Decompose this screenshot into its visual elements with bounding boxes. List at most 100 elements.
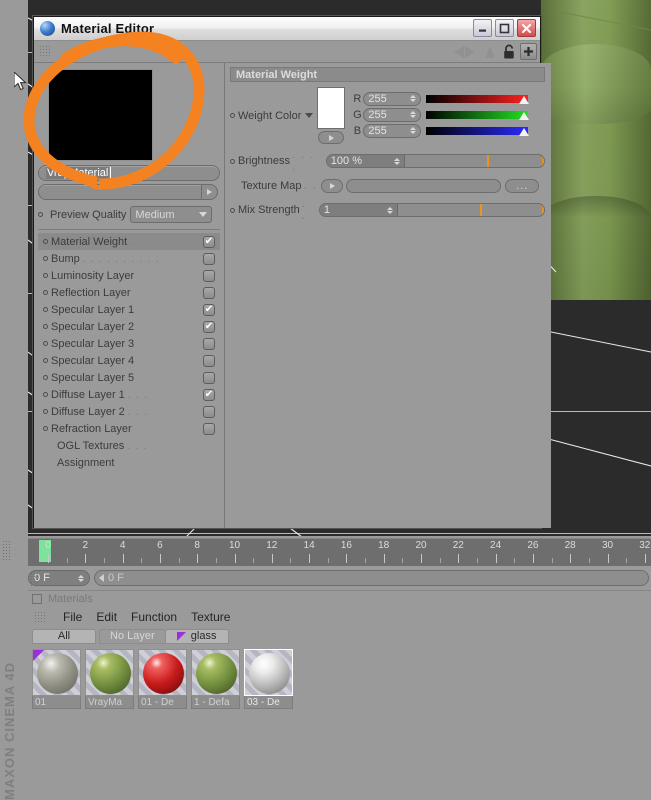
toolbar-grip-icon[interactable] <box>39 45 52 58</box>
rgb-gradient-slider-b[interactable] <box>426 126 530 136</box>
mix-strength-slider[interactable]: 1 <box>318 203 546 217</box>
rgb-gradient-slider-g[interactable] <box>426 110 530 120</box>
channel-row-material-weight[interactable]: Material Weight.. <box>38 233 220 250</box>
material-thumbnail[interactable] <box>32 649 81 696</box>
ruler-tick-label: 0 <box>45 540 51 551</box>
rgb-input-g[interactable]: 255 <box>363 107 422 122</box>
brightness-slider[interactable]: 100 % <box>325 154 546 168</box>
ruler-tick-minor <box>476 558 478 563</box>
material-editor-window[interactable]: Material Editor VrayMaterial Preview Qua… <box>33 16 552 528</box>
divider <box>38 229 220 230</box>
range-left-arrow-icon[interactable] <box>99 574 104 582</box>
channel-row-refraction-layer[interactable]: Refraction Layer <box>38 420 220 437</box>
menu-edit[interactable]: Edit <box>96 610 117 624</box>
preview-quality-select[interactable]: Medium <box>130 206 213 223</box>
add-button[interactable] <box>520 43 537 60</box>
timeline-bar[interactable]: 0 2 4 6 8 10 12 14 16 18 20 22 24 26 28 30 32 0 F 0 F <box>0 536 651 592</box>
channel-row-specular-layer-4[interactable]: Specular Layer 4 <box>38 352 220 369</box>
menu-function[interactable]: Function <box>131 610 177 624</box>
mix-strength-input[interactable]: 1 <box>319 204 398 216</box>
materials-menubar[interactable]: File Edit Function Texture <box>28 607 651 627</box>
material-thumbnail[interactable] <box>191 649 240 696</box>
menu-file[interactable]: File <box>63 610 82 624</box>
material-path-input[interactable] <box>38 184 202 200</box>
channel-checkbox[interactable] <box>203 371 215 384</box>
ruler-tick-major <box>346 554 348 563</box>
channel-row-specular-layer-5[interactable]: Specular Layer 5 <box>38 369 220 386</box>
channel-dots: . . . . . . . . . . <box>82 252 160 265</box>
panel-toggle-icon[interactable] <box>32 594 42 604</box>
panel-grip-icon[interactable] <box>30 572 40 586</box>
minimize-button[interactable] <box>473 19 492 37</box>
channel-row-specular-layer-3[interactable]: Specular Layer 3 <box>38 335 220 352</box>
path-dropdown-arrow-icon[interactable] <box>202 184 218 200</box>
channel-row-specular-layer-2[interactable]: Specular Layer 2 <box>38 318 220 335</box>
material-name-input[interactable]: VrayMaterial <box>38 165 220 181</box>
texture-map-arrow-button[interactable] <box>321 179 344 193</box>
channel-checkbox[interactable] <box>203 388 215 401</box>
timeline-grip-icon[interactable] <box>2 540 12 562</box>
editor-toolbar[interactable] <box>34 41 540 63</box>
material-thumbnail[interactable] <box>138 649 187 696</box>
channel-checkbox[interactable] <box>203 303 215 316</box>
close-button[interactable] <box>517 19 536 37</box>
channel-checkbox[interactable] <box>203 337 215 350</box>
material-thumbnail[interactable] <box>244 649 293 696</box>
channel-row-specular-layer-1[interactable]: Specular Layer 1 <box>38 301 220 318</box>
spinner-icon[interactable] <box>410 127 417 134</box>
channel-checkbox[interactable] <box>203 405 215 418</box>
layer-tab-no-layer[interactable]: No Layer <box>99 628 166 644</box>
rgb-gradient-slider-r[interactable] <box>426 94 530 104</box>
color-mode-toggle[interactable] <box>318 131 345 144</box>
channel-checkbox[interactable] <box>203 252 215 265</box>
channel-row-bump[interactable]: Bump. . . . . . . . . . <box>38 250 220 267</box>
maximize-button[interactable] <box>495 19 514 37</box>
spinner-icon[interactable] <box>393 157 400 165</box>
channel-checkbox[interactable] <box>203 354 215 367</box>
material-cell[interactable]: 1 - Defa <box>191 649 240 709</box>
menubar-grip-icon[interactable] <box>34 610 47 624</box>
rgb-input-b[interactable]: 255 <box>363 123 422 138</box>
channel-checkbox[interactable] <box>203 235 215 248</box>
preview-swatch[interactable] <box>48 69 153 161</box>
rgb-input-r[interactable]: 255 <box>363 91 422 106</box>
channel-row-assignment[interactable]: Assignment <box>38 454 220 471</box>
channel-row-diffuse-layer-1[interactable]: Diffuse Layer 1. . . <box>38 386 220 403</box>
channel-row-ogl-textures[interactable]: OGL Textures. . . <box>38 437 220 454</box>
spinner-icon[interactable] <box>410 95 417 102</box>
material-cell[interactable]: 01 <box>32 649 81 709</box>
channel-checkbox[interactable] <box>203 269 215 282</box>
brightness-input[interactable]: 100 % <box>326 155 405 167</box>
lock-icon[interactable] <box>502 44 516 60</box>
spinner-icon[interactable] <box>386 206 393 214</box>
preview-quality-row[interactable]: Preview Quality Medium <box>38 206 220 223</box>
weight-color-swatch[interactable] <box>317 87 346 129</box>
timeline-range-bar[interactable]: 0 F <box>94 570 649 586</box>
material-preview[interactable] <box>38 67 218 163</box>
channel-checkbox[interactable] <box>203 320 215 333</box>
channel-checkbox[interactable] <box>203 286 215 299</box>
texture-map-browse-button[interactable]: ... <box>505 179 540 193</box>
layer-tab-all[interactable]: All <box>32 628 96 644</box>
channel-row-diffuse-layer-2[interactable]: Diffuse Layer 2. . . <box>38 403 220 420</box>
spinner-icon[interactable] <box>78 574 84 582</box>
layer-tab-glass[interactable]: glass <box>164 628 229 644</box>
material-thumbnail[interactable] <box>85 649 134 696</box>
window-titlebar[interactable]: Material Editor <box>34 17 540 41</box>
spinner-icon[interactable] <box>410 111 417 118</box>
material-path-row[interactable] <box>38 184 220 200</box>
channel-row-reflection-layer[interactable]: Reflection Layer <box>38 284 220 301</box>
nav-arrows-icon[interactable] <box>452 45 498 59</box>
preview-quality-value: Medium <box>135 208 175 221</box>
material-cell[interactable]: VrayMa <box>85 649 134 709</box>
material-cell[interactable]: 01 - De <box>138 649 187 709</box>
channel-checkbox[interactable] <box>203 422 215 435</box>
chevron-down-icon[interactable] <box>305 113 314 118</box>
weight-color-row: Weight Color R 255 G 255 B 255 <box>230 87 545 144</box>
channel-row-luminosity-layer[interactable]: Luminosity Layer <box>38 267 220 284</box>
menu-texture[interactable]: Texture <box>191 610 230 624</box>
material-cell[interactable]: 03 - De <box>244 649 293 709</box>
timeline-ruler[interactable]: 0 2 4 6 8 10 12 14 16 18 20 22 24 26 28 30 32 <box>28 538 651 566</box>
texture-map-input[interactable] <box>346 179 502 193</box>
param-bullet-icon <box>230 207 235 213</box>
